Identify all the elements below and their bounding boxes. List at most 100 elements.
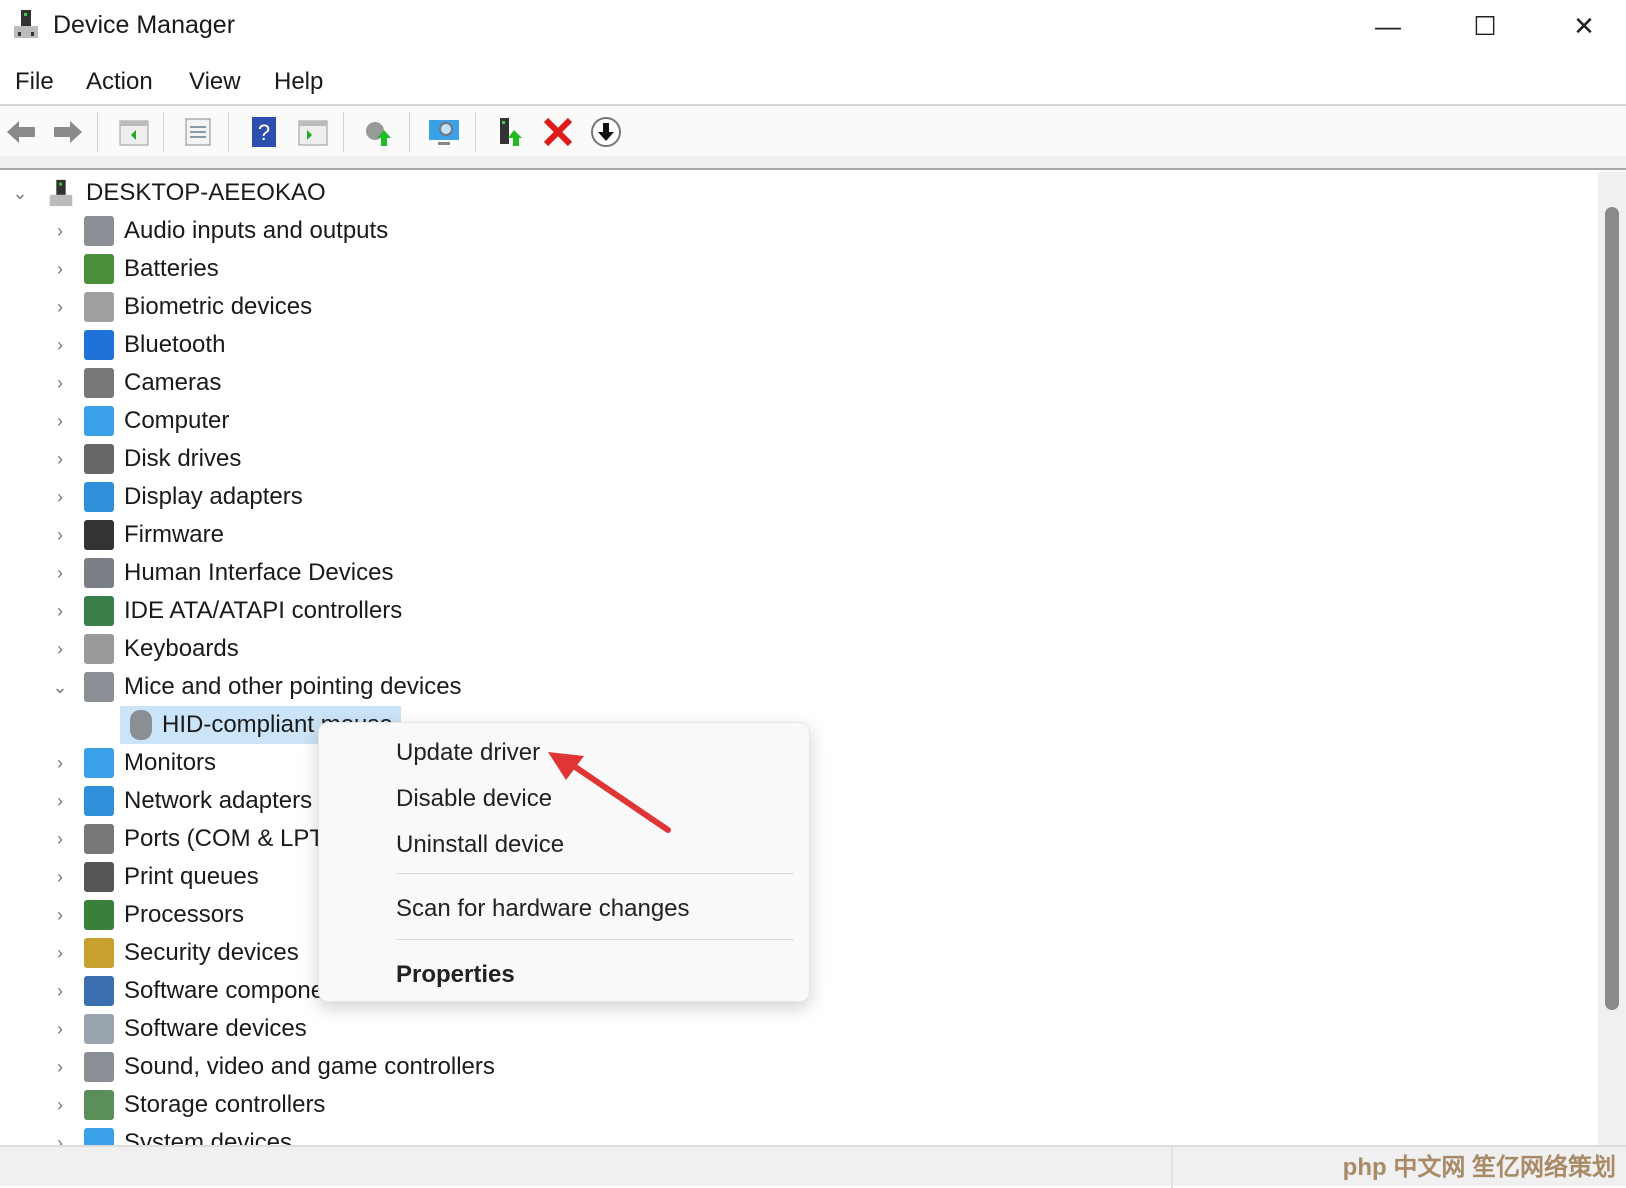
tree-item[interactable]: › Security devices — [50, 934, 299, 972]
device-category-icon — [84, 672, 114, 702]
tree-item[interactable]: › Processors — [50, 896, 244, 934]
chevron-right-icon[interactable]: › — [50, 753, 70, 774]
tree-item[interactable]: › Software components — [50, 972, 356, 1010]
chevron-right-icon[interactable]: › — [50, 335, 70, 356]
chevron-right-icon[interactable]: › — [50, 1019, 70, 1040]
menu-help[interactable]: Help — [274, 68, 323, 96]
device-category-icon — [84, 938, 114, 968]
menu-item-disable-device[interactable]: Disable device — [396, 785, 552, 813]
chevron-right-icon[interactable]: › — [50, 411, 70, 432]
chevron-right-icon[interactable]: › — [50, 829, 70, 850]
device-category-icon — [130, 710, 152, 740]
menu-view[interactable]: View — [189, 68, 241, 96]
tree-item[interactable]: › Firmware — [50, 516, 224, 554]
forward-icon[interactable] — [52, 116, 84, 148]
tree-item-label: IDE ATA/ATAPI controllers — [124, 597, 403, 624]
chevron-right-icon[interactable]: › — [50, 373, 70, 394]
device-category-icon — [84, 558, 114, 588]
help-icon[interactable]: ? — [248, 116, 280, 148]
tree-item[interactable]: › Sound, video and game controllers — [50, 1048, 495, 1086]
vertical-scrollbar[interactable] — [1598, 172, 1626, 1145]
chevron-right-icon[interactable]: › — [50, 905, 70, 926]
tree-item-label: Firmware — [124, 521, 224, 548]
tree-item[interactable]: › Computer — [50, 402, 229, 440]
menu-action[interactable]: Action — [86, 68, 153, 96]
menu-item-scan-hardware[interactable]: Scan for hardware changes — [396, 895, 690, 923]
device-category-icon — [84, 444, 114, 474]
device-category-icon — [84, 900, 114, 930]
chevron-right-icon[interactable]: › — [50, 867, 70, 888]
tree-item[interactable]: › Batteries — [50, 250, 219, 288]
tree-item-label: Disk drives — [124, 445, 242, 472]
device-category-icon — [84, 292, 114, 322]
tree-item[interactable]: › System devices — [50, 1124, 292, 1145]
device-category-icon — [84, 976, 114, 1006]
tree-item[interactable]: › Ports (COM & LPT) — [50, 820, 332, 858]
chevron-right-icon[interactable]: › — [50, 297, 70, 318]
tree-item-label: Sound, video and game controllers — [124, 1053, 495, 1080]
tree-item[interactable]: › Display adapters — [50, 478, 303, 516]
scrollbar-thumb[interactable] — [1605, 207, 1619, 1010]
device-category-icon — [84, 216, 114, 246]
action-pane-icon[interactable] — [297, 116, 329, 148]
chevron-right-icon[interactable]: › — [50, 259, 70, 280]
menu-item-update-driver[interactable]: Update driver — [396, 739, 540, 767]
chevron-right-icon[interactable]: › — [50, 639, 70, 660]
chevron-right-icon[interactable]: › — [50, 601, 70, 622]
device-category-icon — [84, 520, 114, 550]
tree-item[interactable]: ⌄ Mice and other pointing devices — [50, 668, 462, 706]
chevron-right-icon[interactable]: › — [50, 981, 70, 1002]
tree-item[interactable]: › IDE ATA/ATAPI controllers — [50, 592, 402, 630]
tree-item-label: Software devices — [124, 1015, 307, 1042]
tree-item[interactable]: › Storage controllers — [50, 1086, 325, 1124]
device-category-icon — [84, 330, 114, 360]
tree-root[interactable]: ⌄ DESKTOP-AEEOKAO — [10, 174, 326, 212]
show-hide-console-tree-icon[interactable] — [118, 116, 150, 148]
tree-item[interactable]: › Cameras — [50, 364, 221, 402]
toolbar: ? — [0, 104, 1626, 156]
device-category-icon — [84, 1052, 114, 1082]
tree-item-label: Network adapters — [124, 787, 313, 814]
tree-item[interactable]: › Print queues — [50, 858, 259, 896]
update-driver-icon[interactable] — [362, 116, 394, 148]
menu-item-uninstall-device[interactable]: Uninstall device — [396, 831, 564, 859]
maximize-button[interactable]: ☐ — [1455, 6, 1515, 46]
tree-item[interactable]: › Biometric devices — [50, 288, 312, 326]
chevron-right-icon[interactable]: › — [50, 525, 70, 546]
tree-item[interactable]: › Network adapters — [50, 782, 312, 820]
tree-item[interactable]: › Bluetooth — [50, 326, 225, 364]
chevron-down-icon[interactable]: ⌄ — [10, 183, 30, 204]
tree-item[interactable]: › Human Interface Devices — [50, 554, 393, 592]
disable-device-icon[interactable] — [590, 116, 622, 148]
chevron-down-icon[interactable]: ⌄ — [50, 677, 70, 698]
chevron-right-icon[interactable]: › — [50, 1057, 70, 1078]
device-category-icon — [84, 1014, 114, 1044]
chevron-right-icon[interactable]: › — [50, 563, 70, 584]
back-icon[interactable] — [5, 116, 37, 148]
tree-item-label: Keyboards — [124, 635, 239, 662]
enable-device-icon[interactable] — [496, 116, 528, 148]
uninstall-device-icon[interactable] — [542, 116, 574, 148]
tree-item[interactable]: › Audio inputs and outputs — [50, 212, 388, 250]
chevron-right-icon[interactable]: › — [50, 791, 70, 812]
close-button[interactable]: ✕ — [1554, 6, 1614, 46]
chevron-right-icon[interactable]: › — [50, 943, 70, 964]
device-category-icon — [84, 862, 114, 892]
scan-hardware-icon[interactable] — [428, 116, 460, 148]
tree-item[interactable]: › Software devices — [50, 1010, 307, 1048]
status-bar: php 中文网 笙亿网络策划 — [0, 1145, 1626, 1188]
properties-icon[interactable] — [182, 116, 214, 148]
tree-item[interactable]: › Keyboards — [50, 630, 239, 668]
chevron-right-icon[interactable]: › — [50, 1133, 70, 1146]
root-label: DESKTOP-AEEOKAO — [86, 179, 326, 206]
chevron-right-icon[interactable]: › — [50, 449, 70, 470]
tree-item[interactable]: › Disk drives — [50, 440, 241, 478]
menu-file[interactable]: File — [15, 68, 54, 96]
menu-item-properties[interactable]: Properties — [396, 961, 515, 989]
minimize-button[interactable]: — — [1358, 6, 1418, 46]
tree-item[interactable]: › Monitors — [50, 744, 216, 782]
chevron-right-icon[interactable]: › — [50, 221, 70, 242]
tree-item-label: Bluetooth — [124, 331, 226, 358]
chevron-right-icon[interactable]: › — [50, 1095, 70, 1116]
chevron-right-icon[interactable]: › — [50, 487, 70, 508]
